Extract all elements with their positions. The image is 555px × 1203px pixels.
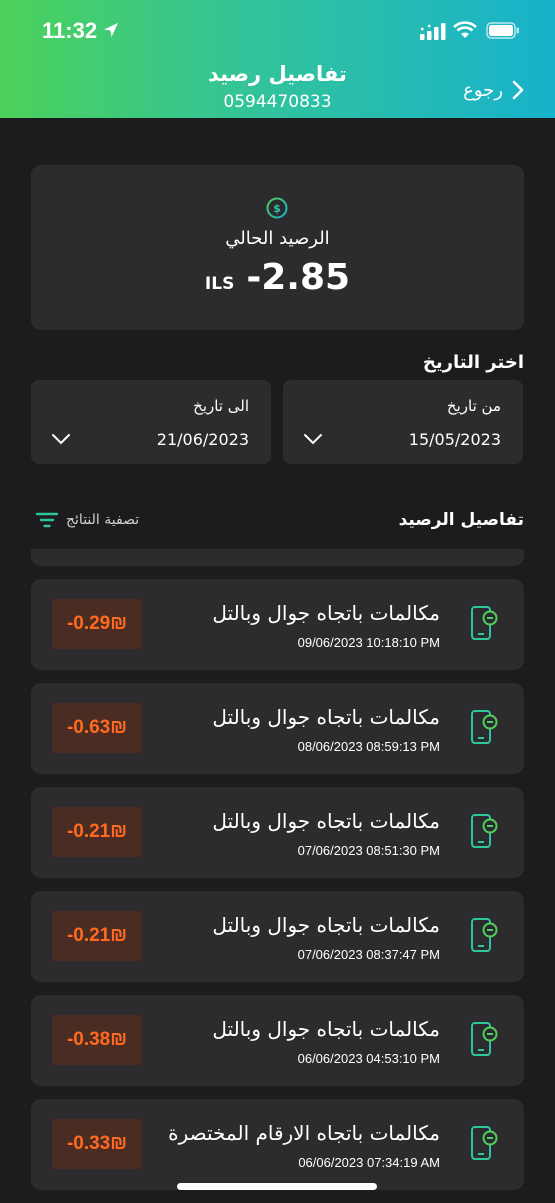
balance-label: الرصيد الحالي — [225, 228, 330, 249]
balance-card: $ الرصيد الحالي ILS -2.85 — [31, 165, 524, 330]
dollar-coin-icon: $ — [266, 197, 288, 219]
transaction-title: مكالمات باتجاه جوال وبالتل — [212, 913, 440, 937]
phone-minus-icon — [471, 814, 498, 848]
transaction-amount: -0.38₪ — [52, 1015, 142, 1065]
list-item[interactable]: مكالمات باتجاه جوال وبالتل 07/06/2023 08… — [31, 891, 524, 982]
transaction-amount: -0.63₪ — [52, 703, 142, 753]
svg-text:$: $ — [273, 202, 281, 215]
to-date-select[interactable]: الى تاريخ 21/06/2023 — [31, 380, 271, 464]
back-button[interactable]: رجوع — [463, 76, 525, 104]
transaction-amount: -0.29₪ — [52, 599, 142, 649]
phone-minus-icon — [471, 1126, 498, 1160]
filter-lines-icon — [36, 512, 58, 528]
status-time: 11:32 — [42, 18, 98, 43]
transaction-date: 06/06/2023 04:53:10 PM — [297, 1051, 440, 1066]
list-item[interactable]: مكالمات باتجاه جوال وبالتل 06/06/2023 04… — [31, 995, 524, 1086]
balance-currency: ILS — [204, 274, 235, 294]
from-date-label: من تاريخ — [446, 397, 501, 415]
list-item-partial — [31, 549, 524, 566]
list-item[interactable]: مكالمات باتجاه جوال وبالتل 09/06/2023 10… — [31, 579, 524, 670]
transaction-amount: -0.33₪ — [52, 1119, 142, 1169]
phone-minus-icon — [471, 1022, 498, 1056]
balance-value: -2.85 — [246, 257, 351, 298]
transaction-date: 06/06/2023 07:34:19 AM — [298, 1155, 440, 1170]
phone-minus-icon — [471, 606, 498, 640]
phone-minus-icon — [471, 710, 498, 744]
list-item[interactable]: مكالمات باتجاه جوال وبالتل 07/06/2023 08… — [31, 787, 524, 878]
wifi-icon — [453, 21, 477, 38]
status-bar: 11:32 — [0, 0, 555, 62]
location-arrow-icon — [104, 23, 118, 37]
transaction-date: 07/06/2023 08:51:30 PM — [297, 843, 440, 858]
transaction-date: 07/06/2023 08:37:47 PM — [297, 947, 440, 962]
transaction-title: مكالمات باتجاه الارقام المختصرة — [168, 1121, 440, 1145]
cellular-signal-icon — [420, 23, 446, 40]
transaction-title: مكالمات باتجاه جوال وبالتل — [212, 601, 440, 625]
date-section-title: اختر التاريخ — [422, 352, 524, 373]
to-date-value: 21/06/2023 — [156, 430, 249, 449]
chevron-down-icon — [304, 434, 322, 445]
transaction-amount: -0.21₪ — [52, 911, 142, 961]
transaction-list: مكالمات باتجاه جوال وبالتل 09/06/2023 10… — [31, 579, 524, 1203]
from-date-select[interactable]: من تاريخ 15/05/2023 — [283, 380, 523, 464]
app-header: 11:32 تفاصيل رصيد 0594470833 رجوع — [0, 0, 555, 118]
list-item[interactable]: مكالمات باتجاه جوال وبالتل 08/06/2023 08… — [31, 683, 524, 774]
transaction-date: 08/06/2023 08:59:13 PM — [297, 739, 440, 754]
from-date-value: 15/05/2023 — [408, 430, 501, 449]
home-indicator[interactable] — [177, 1183, 377, 1190]
battery-icon — [486, 22, 519, 39]
transaction-date: 09/06/2023 10:18:10 PM — [297, 635, 440, 650]
chevron-right-icon — [512, 80, 524, 100]
list-item[interactable]: مكالمات باتجاه الارقام المختصرة 06/06/20… — [31, 1099, 524, 1190]
transaction-amount: -0.21₪ — [52, 807, 142, 857]
transaction-title: مكالمات باتجاه جوال وبالتل — [212, 1017, 440, 1041]
balance-details-title: تفاصيل الرصيد — [398, 510, 524, 530]
transaction-title: مكالمات باتجاه جوال وبالتل — [212, 705, 440, 729]
phone-minus-icon — [471, 918, 498, 952]
filter-results-button[interactable]: تصفية النتائج — [36, 512, 139, 528]
transaction-title: مكالمات باتجاه جوال وبالتل — [212, 809, 440, 833]
back-label: رجوع — [463, 79, 503, 101]
filter-label: تصفية النتائج — [66, 512, 140, 528]
balance-amount: ILS -2.85 — [31, 257, 524, 298]
to-date-label: الى تاريخ — [193, 397, 249, 415]
chevron-down-icon — [52, 434, 70, 445]
